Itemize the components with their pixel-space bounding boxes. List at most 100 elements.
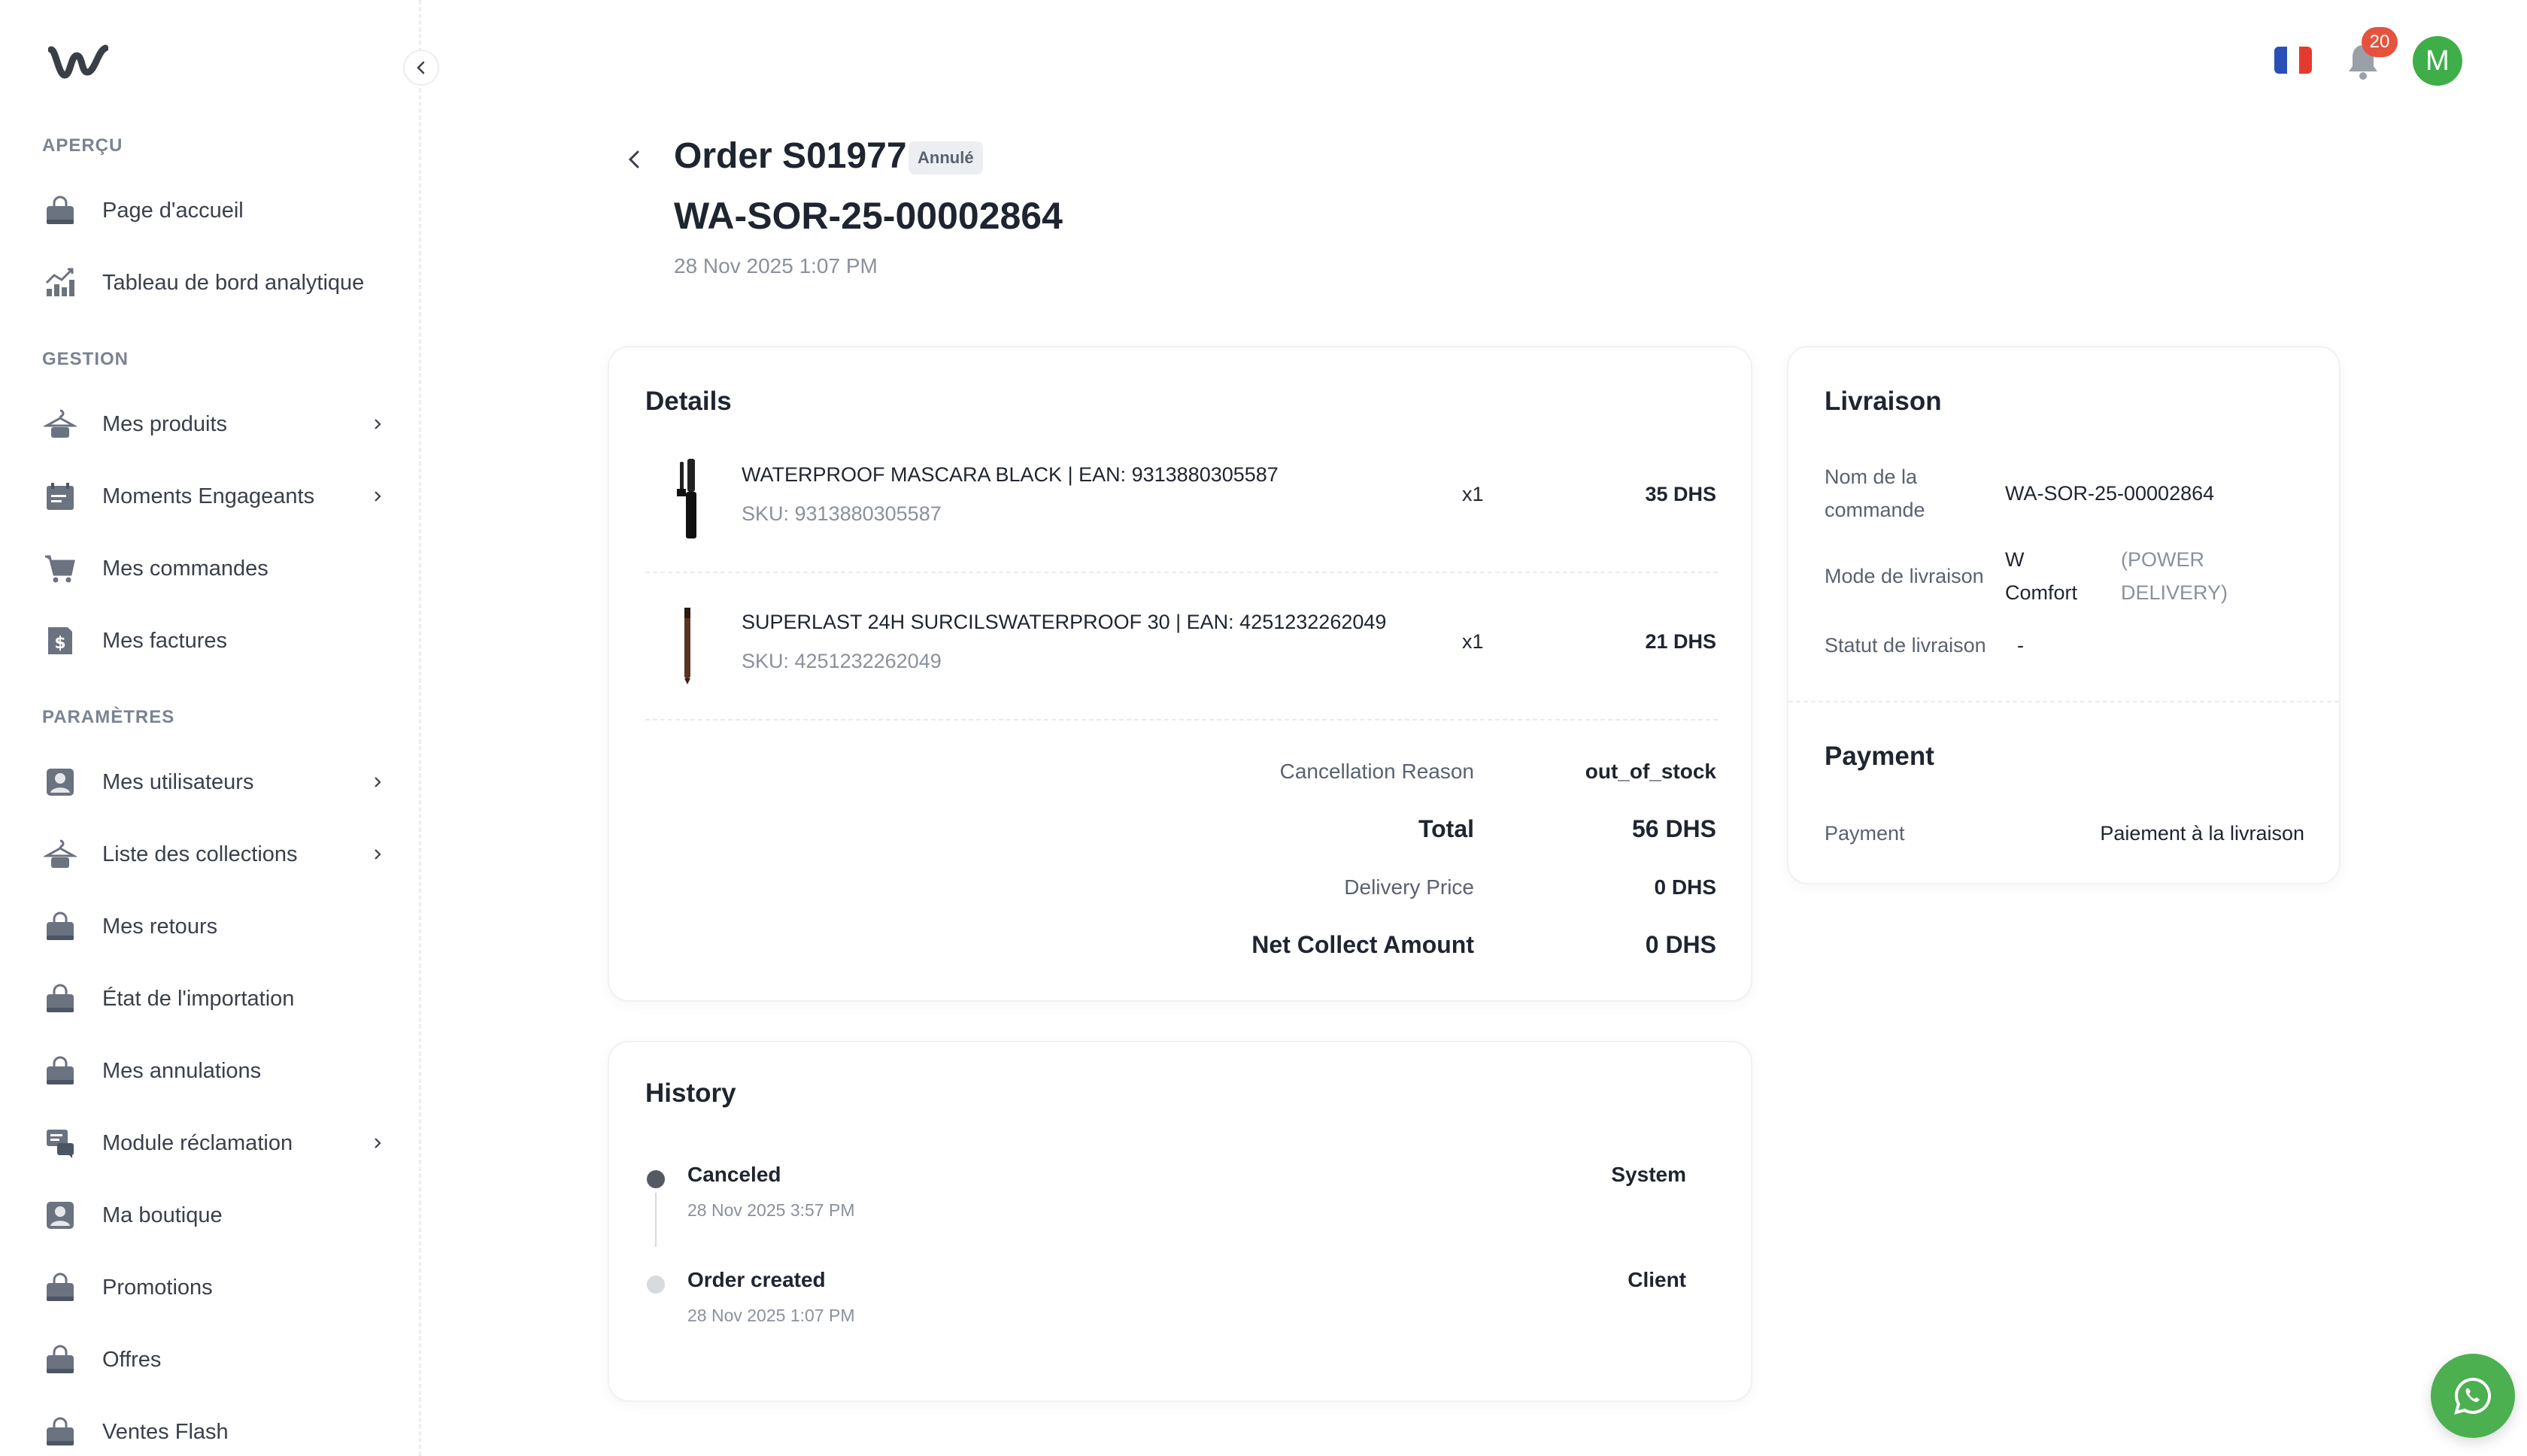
sidebar-item-cancellations[interactable]: Mes annulations	[42, 1047, 385, 1095]
sidebar-item-users[interactable]: Mes utilisateurs	[42, 758, 385, 806]
bag-icon	[42, 908, 78, 945]
history-event-date: 28 Nov 2025 1:07 PM	[687, 1306, 855, 1325]
delivery-price-value: 0 DHS	[1654, 875, 1716, 899]
total-label: Total	[1418, 815, 1474, 842]
bag-icon	[42, 1414, 78, 1450]
delivery-mode-label: Mode de livraison	[1825, 565, 1984, 587]
language-flag-button[interactable]	[2274, 47, 2312, 74]
item-name: SUPERLAST 24H SURCILSWATERPROOF 30 | EAN…	[742, 611, 1387, 633]
sidebar-item-orders[interactable]: Mes commandes	[42, 544, 385, 593]
sidebar-item-home[interactable]: Page d'accueil	[42, 187, 385, 235]
calendar-icon	[42, 478, 78, 514]
bag-icon	[42, 1342, 78, 1378]
section-title-parametres: PARAMÈTRES	[42, 707, 175, 727]
section-title-gestion: GESTION	[42, 349, 129, 369]
sidebar-item-claims[interactable]: Module réclamation	[42, 1119, 385, 1167]
sidebar-item-label: Mes utilisateurs	[102, 769, 254, 794]
sidebar-item-label: Mes factures	[102, 628, 227, 653]
chat-icon	[42, 1125, 78, 1161]
cancellation-reason-value: out_of_stock	[1585, 760, 1716, 783]
item-sku: SKU: 9313880305587	[742, 502, 942, 525]
sidebar-item-label: Mes commandes	[102, 556, 268, 581]
order-title: Order S01977	[674, 136, 907, 176]
sidebar-item-products[interactable]: Mes produits	[42, 400, 385, 448]
payment-value: Paiement à la livraison	[2100, 822, 2304, 845]
notification-count-badge: 20	[2362, 27, 2398, 57]
item-quantity: x1	[1462, 483, 1484, 505]
brow-pencil-image-icon	[684, 608, 690, 684]
sidebar-item-label: Mes produits	[102, 411, 228, 436]
chevron-right-icon	[375, 1138, 381, 1148]
brand-logo[interactable]	[47, 42, 109, 88]
cancellation-reason-label: Cancellation Reason	[1279, 760, 1474, 783]
product-thumbnail	[669, 459, 707, 541]
sidebar-item-analytics[interactable]: Tableau de bord analytique	[42, 259, 385, 307]
delivery-price-label: Delivery Price	[1344, 875, 1474, 899]
divider	[645, 572, 1718, 573]
sidebar-item-label: Mes annulations	[102, 1058, 262, 1083]
delivery-status-value: -	[2017, 634, 2024, 657]
sidebar-item-moments[interactable]: Moments Engageants	[42, 472, 385, 520]
sidebar-item-label: Promotions	[102, 1275, 213, 1300]
cart-icon	[42, 551, 78, 587]
sidebar-item-collections[interactable]: Liste des collections	[42, 830, 385, 878]
sidebar-item-flash-sales[interactable]: Ventes Flash	[42, 1408, 385, 1456]
details-title: Details	[645, 387, 732, 416]
order-name-value: WA-SOR-25-00002864	[2005, 482, 2215, 505]
divider	[1788, 701, 2339, 702]
sidebar-item-label: Tableau de bord analytique	[102, 270, 365, 295]
svg-text:$: $	[54, 634, 65, 653]
hanger-icon	[42, 836, 78, 872]
item-quantity: x1	[1462, 630, 1484, 653]
user-avatar[interactable]: M	[2413, 36, 2462, 86]
delivery-mode-extra: (POWER DELIVERY)	[2121, 548, 2228, 604]
order-status-badge: Annulé	[909, 141, 983, 174]
user-icon	[42, 764, 78, 800]
sidebar-item-label: Ma boutique	[102, 1203, 223, 1227]
sidebar-item-label: Module réclamation	[102, 1130, 293, 1155]
user-icon	[42, 1197, 78, 1233]
sidebar-item-import-status[interactable]: État de l'importation	[42, 975, 385, 1023]
collapse-sidebar-button[interactable]	[403, 50, 439, 86]
chevron-right-icon	[375, 849, 381, 860]
item-sku: SKU: 4251232262049	[742, 650, 942, 672]
total-value: 56 DHS	[1631, 815, 1716, 842]
bag-icon	[42, 981, 78, 1017]
history-event-actor: System	[1611, 1163, 1686, 1186]
sidebar-item-label: Ventes Flash	[102, 1419, 229, 1444]
invoice-icon: $	[42, 623, 78, 659]
bag-icon	[42, 1053, 78, 1089]
item-name: WATERPROOF MASCARA BLACK | EAN: 93138803…	[742, 463, 1279, 486]
item-price: 35 DHS	[1645, 483, 1716, 505]
sidebar: APERÇU Page d'accueil Tableau de bord an…	[0, 0, 439, 1456]
sidebar-item-label: Liste des collections	[102, 842, 298, 866]
order-reference: WA-SOR-25-00002864	[674, 195, 1063, 237]
sidebar-item-label: Page d'accueil	[102, 198, 244, 223]
history-event-actor: Client	[1628, 1268, 1686, 1291]
bag-icon	[42, 1269, 78, 1306]
history-event-date: 28 Nov 2025 3:57 PM	[687, 1200, 855, 1220]
analytics-icon	[42, 265, 78, 301]
net-collect-value: 0 DHS	[1645, 931, 1716, 958]
history-card: History Canceled 28 Nov 2025 3:57 PM Sys…	[608, 1041, 1752, 1402]
sidebar-item-returns[interactable]: Mes retours	[42, 902, 385, 951]
timeline-line	[655, 1193, 657, 1247]
sidebar-item-label: Mes retours	[102, 914, 218, 939]
bag-icon	[42, 193, 78, 229]
order-date: 28 Nov 2025 1:07 PM	[674, 254, 878, 278]
sidebar-item-offers[interactable]: Offres	[42, 1336, 385, 1384]
whatsapp-icon	[2454, 1377, 2492, 1415]
chevron-left-icon	[628, 150, 639, 168]
whatsapp-chat-button[interactable]	[2431, 1354, 2515, 1438]
sidebar-item-promotions[interactable]: Promotions	[42, 1263, 385, 1312]
section-title-apercu: APERÇU	[42, 135, 123, 156]
net-collect-label: Net Collect Amount	[1251, 931, 1474, 958]
chevron-right-icon	[375, 777, 381, 787]
sidebar-item-shop[interactable]: Ma boutique	[42, 1191, 385, 1239]
back-button[interactable]	[623, 144, 647, 174]
chevron-right-icon	[375, 491, 381, 502]
sidebar-item-invoices[interactable]: $ Mes factures	[42, 617, 385, 665]
timeline-dot	[647, 1276, 665, 1294]
sidebar-item-label: Moments Engageants	[102, 484, 315, 508]
delivery-status-label: Statut de livraison	[1825, 634, 1986, 657]
